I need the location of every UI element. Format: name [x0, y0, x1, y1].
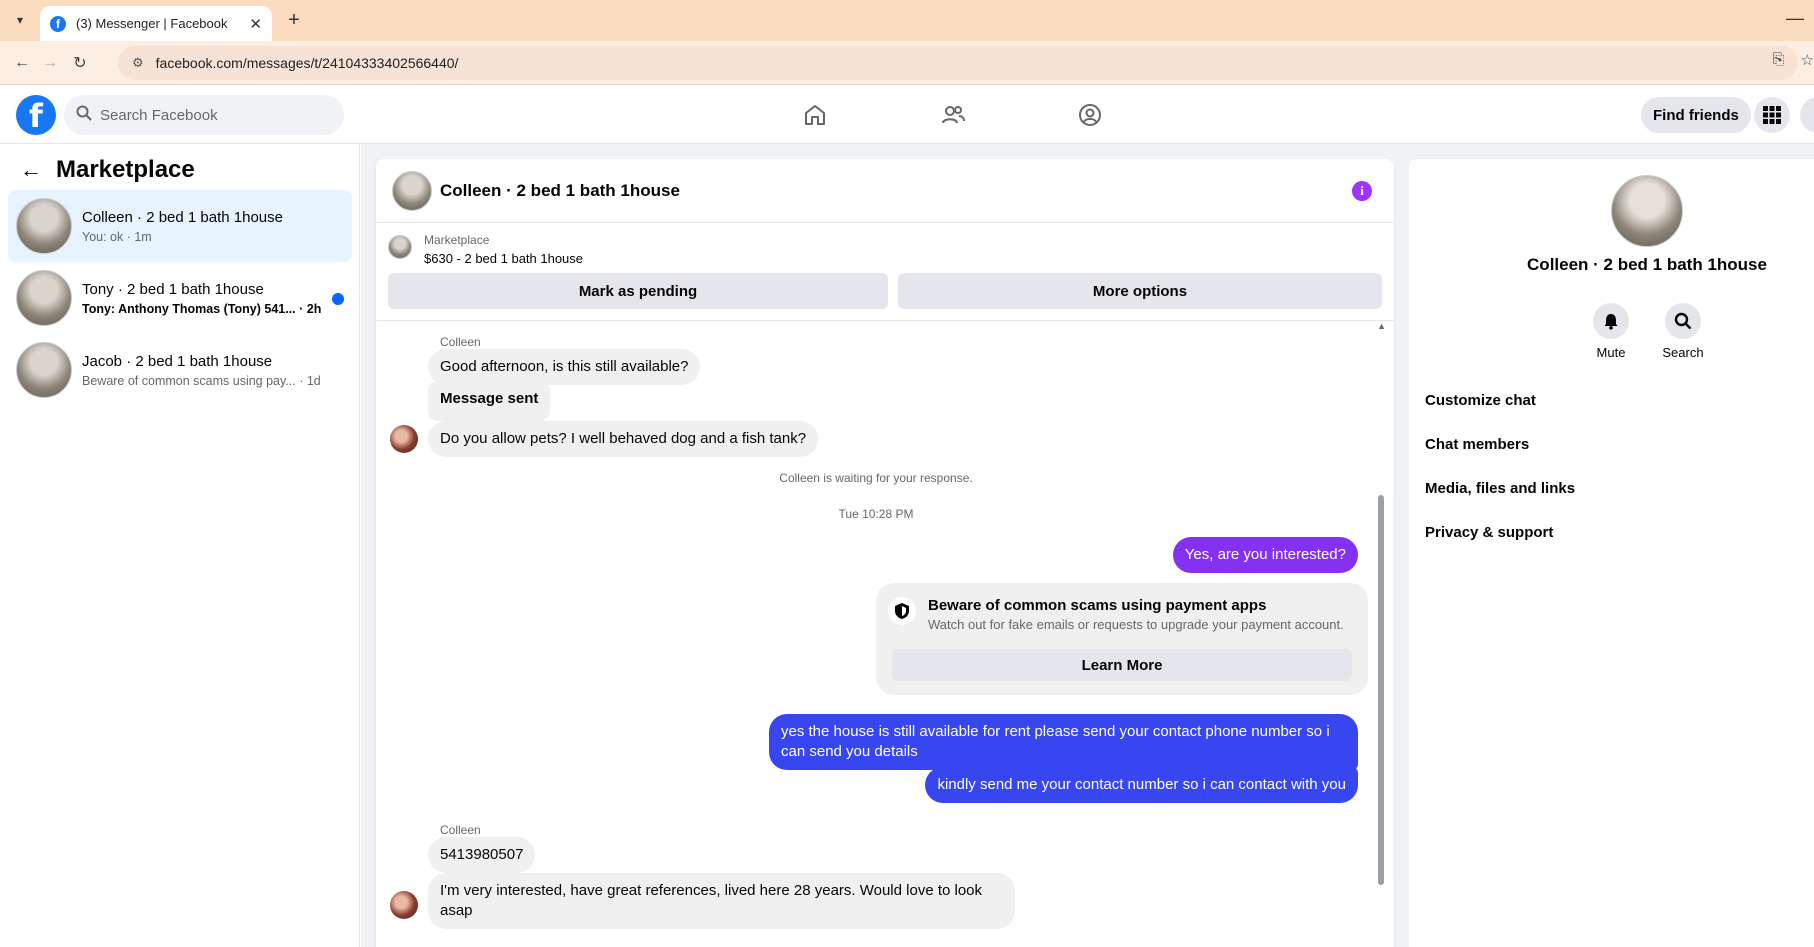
new-tab-plus-icon[interactable]: +	[282, 8, 306, 32]
chat-title[interactable]: Colleen · 2 bed 1 bath 1house	[440, 181, 680, 201]
search-icon	[76, 105, 92, 125]
back-arrow-icon[interactable]: ←	[20, 157, 42, 183]
browser-tab-bar: ▾ f (3) Messenger | Facebook ✕ + —	[0, 0, 1814, 41]
message-timestamp: Tue 10:28 PM	[838, 507, 914, 521]
friends-icon[interactable]	[935, 97, 971, 133]
menu-grid-icon[interactable]	[1754, 97, 1790, 133]
info-icon[interactable]: i	[1352, 181, 1372, 201]
window-minimize-icon[interactable]: —	[1786, 8, 1804, 29]
mute-label: Mute	[1596, 345, 1626, 360]
conversation-item[interactable]: Tony · 2 bed 1 bath 1house Tony: Anthony…	[8, 262, 352, 334]
message-sent-bubble[interactable]: Message sent	[428, 381, 551, 421]
reload-icon[interactable]: ↻	[68, 51, 92, 75]
sender-name: Colleen	[440, 335, 481, 349]
conversation-list-panel: ← Marketplace Colleen · 2 bed 1 bath 1ho…	[0, 144, 360, 947]
conversation-item[interactable]: Colleen · 2 bed 1 bath 1house You: ok · …	[8, 190, 352, 262]
listing-thumbnail[interactable]	[388, 235, 412, 259]
search-button[interactable]: Search	[1653, 303, 1713, 360]
unread-dot	[332, 293, 344, 305]
chat-members-item[interactable]: Chat members	[1425, 436, 1529, 453]
learn-more-button[interactable]: Learn More	[892, 649, 1352, 681]
avatar[interactable]	[392, 170, 432, 211]
avatar	[16, 270, 72, 326]
message-line: can send you details	[781, 743, 918, 760]
shield-icon	[888, 597, 916, 625]
incoming-message[interactable]: Good afternoon, is this still available?	[428, 349, 701, 385]
tab-search-chevron-icon[interactable]: ▾	[8, 8, 32, 32]
listing-price-title[interactable]: $630 - 2 bed 1 bath 1house	[424, 251, 583, 266]
outgoing-message[interactable]: kindly send me your contact number so i …	[925, 767, 1358, 803]
conversation-preview: Beware of common scams using pay... · 1d	[82, 373, 321, 388]
scroll-up-arrow-icon[interactable]: ▲	[1377, 321, 1386, 331]
mute-button[interactable]: Mute	[1581, 303, 1641, 360]
listing-source: Marketplace	[424, 233, 490, 247]
privacy-support-item[interactable]: Privacy & support	[1425, 524, 1553, 541]
find-friends-button[interactable]: Find friends	[1641, 97, 1751, 133]
search-input[interactable]	[100, 106, 320, 124]
scam-warning-title: Beware of common scams using payment app…	[928, 597, 1267, 614]
bell-icon	[1593, 303, 1629, 339]
groups-icon[interactable]	[1072, 97, 1108, 133]
waiting-notice: Colleen is waiting for your response.	[779, 471, 973, 485]
url-text: facebook.com/messages/t/2410433340256644…	[155, 55, 459, 71]
scam-warning-card: Beware of common scams using payment app…	[876, 583, 1368, 695]
contact-name: Colleen · 2 bed 1 bath 1house	[1527, 255, 1767, 274]
media-files-links-item[interactable]: Media, files and links	[1425, 480, 1575, 497]
conversation-name: Colleen · 2 bed 1 bath 1house	[82, 208, 283, 226]
avatar[interactable]	[1611, 175, 1683, 247]
panel-title: Marketplace	[56, 156, 195, 183]
message-list[interactable]: Colleen Good afternoon, is this still av…	[376, 321, 1394, 947]
sender-name: Colleen	[440, 823, 481, 837]
conversation-name: Jacob · 2 bed 1 bath 1house	[82, 352, 273, 370]
search-label: Search	[1662, 345, 1704, 360]
scam-warning-description: Watch out for fake emails or requests to…	[928, 617, 1344, 632]
listing-bar: Marketplace $630 - 2 bed 1 bath 1house M…	[376, 223, 1394, 321]
outgoing-message[interactable]: yes the house is still available for ren…	[769, 714, 1358, 770]
conversation-item[interactable]: Jacob · 2 bed 1 bath 1house Beware of co…	[8, 334, 352, 406]
message-line: I'm very interested, have great referenc…	[440, 882, 983, 899]
message-line: asap	[440, 902, 473, 919]
back-arrow-icon[interactable]: ←	[10, 51, 34, 75]
incoming-message[interactable]: 5413980507	[428, 837, 536, 873]
address-bar-row: ← → ↻ ⚙ facebook.com/messages/t/24104333…	[0, 41, 1814, 85]
chat-header: Colleen · 2 bed 1 bath 1house i	[376, 159, 1394, 223]
bookmark-star-icon[interactable]: ☆	[1801, 51, 1814, 69]
home-icon[interactable]	[797, 97, 833, 133]
scrollbar-thumb[interactable]	[1378, 495, 1384, 885]
avatar	[16, 198, 72, 254]
message-line: yes the house is still available for ren…	[781, 723, 1330, 740]
incoming-message[interactable]: Do you allow pets? I well behaved dog an…	[428, 421, 819, 457]
mark-as-pending-button[interactable]: Mark as pending	[388, 273, 888, 309]
facebook-favicon-icon: f	[50, 15, 66, 32]
tab-title: (3) Messenger | Facebook	[76, 16, 228, 31]
close-tab-icon[interactable]: ✕	[249, 15, 262, 33]
conversation-name: Tony · 2 bed 1 bath 1house	[82, 280, 264, 298]
search-icon	[1665, 303, 1701, 339]
facebook-search[interactable]	[64, 95, 344, 135]
facebook-top-nav: f Find friends	[0, 85, 1814, 144]
url-omnibox[interactable]: ⚙ facebook.com/messages/t/24104333402566…	[118, 46, 1798, 80]
avatar	[16, 342, 72, 398]
more-options-button[interactable]: More options	[898, 273, 1382, 309]
avatar[interactable]	[390, 425, 418, 453]
browser-tab[interactable]: f (3) Messenger | Facebook ✕	[40, 6, 272, 41]
conversation-preview: You: ok · 1m	[82, 229, 152, 244]
messenger-button[interactable]	[1800, 97, 1814, 133]
avatar[interactable]	[390, 891, 418, 919]
forward-arrow-icon[interactable]: →	[38, 51, 62, 75]
conversation-preview: Tony: Anthony Thomas (Tony) 541... · 2h	[82, 301, 322, 316]
chat-info-panel: Colleen · 2 bed 1 bath 1house Mute Searc…	[1409, 159, 1814, 947]
install-app-icon[interactable]: ⎘	[1773, 51, 1785, 69]
facebook-logo-icon[interactable]: f	[16, 95, 56, 135]
site-info-icon[interactable]: ⚙	[132, 55, 144, 71]
outgoing-message[interactable]: Yes, are you interested?	[1172, 537, 1358, 573]
incoming-message[interactable]: I'm very interested, have great referenc…	[428, 873, 1015, 929]
customize-chat-item[interactable]: Customize chat	[1425, 392, 1536, 409]
chat-panel: Colleen · 2 bed 1 bath 1house i Marketpl…	[376, 159, 1394, 947]
